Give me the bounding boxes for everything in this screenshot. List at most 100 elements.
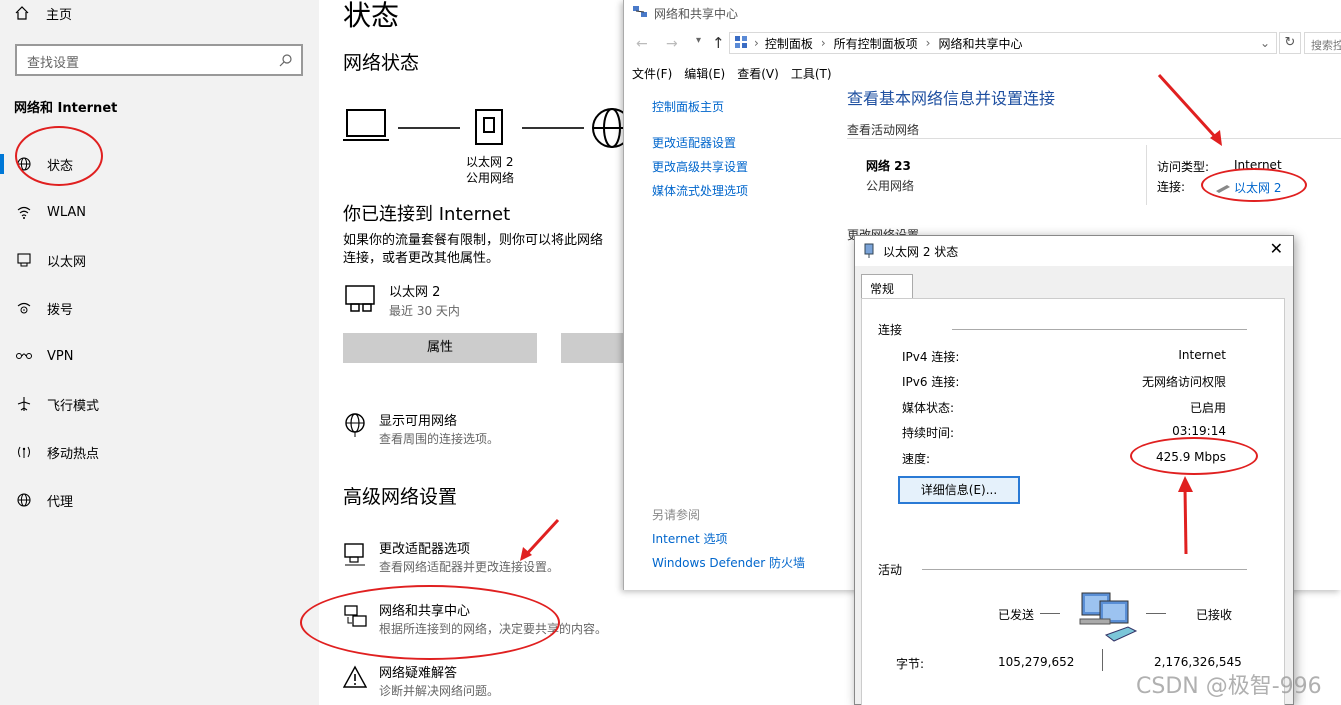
adapter-name: 以太网 2 xyxy=(389,285,441,300)
ethernet-icon xyxy=(14,250,34,270)
menu-edit[interactable]: 编辑(E) xyxy=(684,65,725,82)
ipv4-value: Internet xyxy=(1178,348,1226,362)
nav-proxy[interactable]: 代理 xyxy=(0,480,319,520)
adapter-options-icon xyxy=(343,542,367,572)
nav-wlan[interactable]: WLAN xyxy=(0,192,319,232)
control-panel-icon xyxy=(734,35,748,52)
breadcrumb-item[interactable]: 控制面板 xyxy=(765,35,813,52)
annotation-arrow-speed xyxy=(1178,476,1193,555)
internet-options-link[interactable]: Internet 选项 xyxy=(652,530,727,547)
section-title: 网络和 Internet xyxy=(14,101,118,116)
cp-home-link[interactable]: 控制面板主页 xyxy=(652,98,724,115)
sent-label: 已发送 xyxy=(998,608,1035,622)
nav-label: 代理 xyxy=(47,494,74,510)
refresh-button[interactable]: ↻ xyxy=(1279,32,1301,54)
back-button[interactable]: ← xyxy=(636,36,648,52)
dialog-title: 以太网 2 状态 xyxy=(883,245,959,259)
up-button[interactable]: ↑ xyxy=(712,34,725,52)
tab-general[interactable]: 常规 xyxy=(861,274,913,299)
laptop-icon xyxy=(343,108,391,148)
access-type-label: 访问类型: xyxy=(1157,160,1210,174)
address-bar[interactable]: › 控制面板 › 所有控制面板项 › 网络和共享中心 ⌄ xyxy=(729,32,1277,54)
settings-search-input[interactable]: 查找设置 xyxy=(15,44,303,76)
search-icon xyxy=(279,52,293,71)
change-adapter-link[interactable]: 更改适配器设置 xyxy=(652,134,736,151)
diagram-line-1 xyxy=(398,127,460,129)
show-networks-link[interactable]: 显示可用网络 xyxy=(379,410,457,429)
forward-button[interactable]: → xyxy=(666,36,678,52)
close-icon[interactable]: ✕ xyxy=(1270,239,1283,258)
show-networks-sub: 查看周围的连接选项。 xyxy=(379,432,500,446)
adapter-options-link[interactable]: 更改适配器选项 xyxy=(379,538,470,557)
properties-button[interactable]: 属性 xyxy=(343,333,537,363)
breadcrumb-item[interactable]: 网络和共享中心 xyxy=(938,35,1022,52)
group-divider xyxy=(922,569,1247,570)
firewall-link[interactable]: Windows Defender 防火墙 xyxy=(652,554,805,571)
cp-window-title: 网络和共享中心 xyxy=(654,7,739,21)
menu-view[interactable]: 查看(V) xyxy=(737,65,779,82)
adapter-sub: 最近 30 天内 xyxy=(389,304,460,318)
see-also-label: 另请参阅 xyxy=(652,508,701,522)
advanced-sharing-link[interactable]: 更改高级共享设置 xyxy=(652,158,748,175)
nav-hotspot[interactable]: 移动热点 xyxy=(0,432,319,472)
breadcrumb-separator: › xyxy=(754,36,759,50)
menu-bar: 文件(F) 编辑(E) 查看(V) 工具(T) xyxy=(632,65,832,82)
nav-label: 飞行模式 xyxy=(47,398,100,414)
nav-vpn[interactable]: VPN xyxy=(0,336,319,376)
speed-label: 速度: xyxy=(902,452,931,466)
nav-label: WLAN xyxy=(47,204,87,220)
breadcrumb-separator: › xyxy=(925,36,931,50)
bytes-received: 2,176,326,545 xyxy=(1154,655,1242,669)
bytes-label: 字节: xyxy=(896,657,925,671)
breadcrumb-item[interactable]: 所有控制面板项 xyxy=(834,35,918,52)
received-label: 已接收 xyxy=(1196,608,1233,622)
duration-value: 03:19:14 xyxy=(1172,424,1226,438)
general-panel: 连接 IPv4 连接: Internet IPv6 连接: 无网络访问权限 媒体… xyxy=(861,298,1285,705)
ipv6-label: IPv6 连接: xyxy=(902,375,960,389)
watermark: CSDN @极智-996 xyxy=(1136,674,1322,699)
vpn-icon xyxy=(14,346,34,366)
annotation-circle-connection xyxy=(1201,168,1307,202)
troubleshoot-sub: 诊断并解决网络问题。 xyxy=(379,684,500,698)
nav-label: 拨号 xyxy=(47,302,74,318)
nav-airplane[interactable]: 飞行模式 xyxy=(0,384,319,424)
menu-tools[interactable]: 工具(T) xyxy=(791,65,832,82)
annotation-circle-status xyxy=(15,126,103,186)
proxy-globe-icon xyxy=(14,490,34,510)
network-name: 网络 23 xyxy=(866,159,911,173)
details-button[interactable]: 详细信息(E)... xyxy=(898,476,1020,504)
bytes-sent: 105,279,652 xyxy=(998,655,1075,669)
nav-label: 移动热点 xyxy=(47,446,100,462)
divider xyxy=(1146,145,1147,205)
network-type: 公用网络 xyxy=(866,179,915,193)
data-usage-button[interactable] xyxy=(561,333,623,363)
received-line xyxy=(1146,613,1166,614)
media-streaming-link[interactable]: 媒体流式处理选项 xyxy=(652,182,748,199)
warning-icon xyxy=(342,665,368,693)
search-placeholder: 查找设置 xyxy=(27,56,80,71)
cp-search-input[interactable]: 搜索控 xyxy=(1304,32,1341,54)
annotation-arrow-connection xyxy=(1157,73,1222,146)
troubleshoot-link[interactable]: 网络疑难解答 xyxy=(379,662,457,681)
ipv6-value: 无网络访问权限 xyxy=(1141,375,1226,389)
annotation-arrow-sharing-center xyxy=(520,518,560,561)
nav-dialup[interactable]: 拨号 xyxy=(0,288,319,328)
hotspot-icon xyxy=(14,442,34,462)
network-center-icon xyxy=(632,4,648,23)
menu-file[interactable]: 文件(F) xyxy=(632,65,672,82)
diagram-network-label: 公用网络 xyxy=(466,171,515,185)
home-nav[interactable]: 主页 xyxy=(14,4,72,23)
breadcrumb-separator: › xyxy=(820,36,826,50)
nav-label: 以太网 xyxy=(47,254,87,270)
recent-dropdown[interactable]: ▾ xyxy=(696,35,701,46)
dialup-icon xyxy=(14,298,34,318)
home-label: 主页 xyxy=(46,8,73,23)
nav-ethernet[interactable]: 以太网 xyxy=(0,240,319,280)
cp-titlebar: 网络和共享中心 xyxy=(632,4,738,23)
duration-label: 持续时间: xyxy=(902,426,955,440)
show-networks-icon xyxy=(343,412,367,442)
annotation-circle-speed xyxy=(1130,437,1258,475)
address-dropdown-icon[interactable]: ⌄ xyxy=(1260,36,1270,50)
network-status-heading: 网络状态 xyxy=(343,52,420,74)
connection-label: 连接: xyxy=(1157,180,1186,194)
